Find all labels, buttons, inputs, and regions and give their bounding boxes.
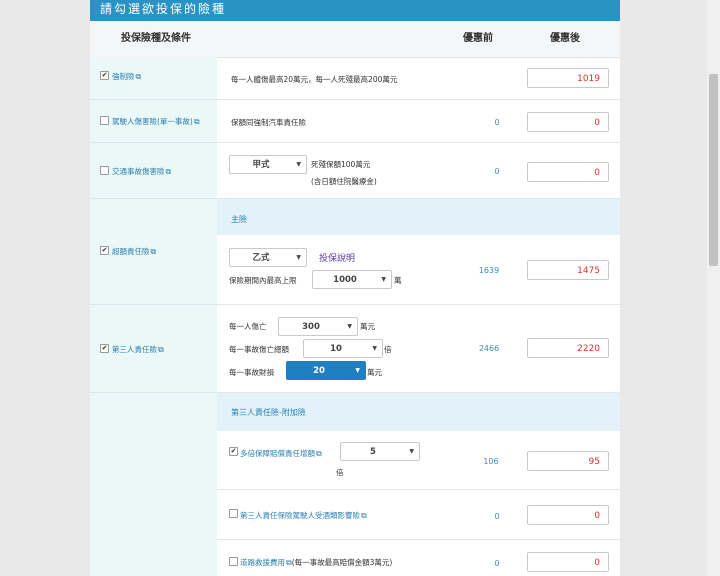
property-select[interactable]: 20 ▼ (286, 361, 366, 380)
rescue-checkbox[interactable] (229, 557, 238, 566)
driver-before-price: 0 (494, 118, 500, 127)
scrollbar-thumb[interactable] (709, 74, 718, 266)
external-link-icon: ⧉ (361, 511, 367, 520)
per-accident-label: 每一事故傷亡總額 (229, 345, 289, 354)
accident-desc: 死殘保額100萬元 (311, 160, 371, 169)
multiple-unit: 倍 (336, 468, 344, 477)
excess-link[interactable]: 超額責任險⧉ (112, 246, 156, 257)
driver-link[interactable]: 駕駛人傷害險(單一事故)⧉ (112, 116, 200, 127)
driver-checkbox[interactable] (100, 116, 109, 125)
driver-price-input[interactable]: 0 (527, 112, 609, 132)
accident-desc-note: (含日額住院醫療金) (311, 177, 377, 186)
property-unit: 萬元 (367, 368, 382, 377)
per-accident-unit: 倍 (384, 345, 392, 354)
multiple-select[interactable]: 5 ▼ (340, 442, 420, 461)
third-party-price-input[interactable]: 2220 (527, 338, 609, 358)
per-accident-select[interactable]: 10 ▼ (303, 339, 383, 358)
accident-link[interactable]: 交通事故傷害險⧉ (112, 166, 171, 177)
section-title: 請勾選欲投保的險種 (90, 0, 620, 21)
table-header: 投保險種及條件 優惠前 優惠後 (90, 21, 620, 58)
compulsory-desc: 每一人體傷最高20萬元，每一人死殘最高200萬元 (231, 75, 398, 84)
property-label: 每一事故財損 (229, 368, 274, 377)
header-before-discount: 優惠前 (463, 33, 493, 44)
drunk-link[interactable]: 第三人責任保險駕駛人受酒類影響險⧉ (240, 510, 367, 521)
chevron-down-icon: ▼ (296, 161, 301, 168)
per-person-label: 每一人傷亡 (229, 322, 267, 331)
per-person-select[interactable]: 300 ▼ (278, 317, 358, 336)
accident-plan-select[interactable]: 甲式 ▼ (229, 155, 307, 174)
excess-checkbox[interactable]: ✔ (100, 246, 109, 255)
drunk-checkbox[interactable] (229, 509, 238, 518)
multiple-checkbox[interactable]: ✔ (229, 447, 238, 456)
excess-limit-label: 保險期間內最高上限 (229, 276, 297, 285)
external-link-icon: ⧉ (316, 449, 322, 458)
left-cell (90, 393, 217, 576)
compulsory-price-input[interactable]: 1019 (527, 68, 609, 88)
accident-checkbox[interactable] (100, 166, 109, 175)
excess-info-link[interactable]: 投保說明 (319, 251, 355, 264)
rescue-before-price: 0 (494, 559, 500, 568)
third-party-before-price: 2466 (478, 344, 500, 353)
compulsory-link[interactable]: 強制險⧉ (112, 71, 141, 82)
compulsory-checkbox[interactable]: ✔ (100, 71, 109, 80)
chevron-down-icon: ▼ (355, 367, 360, 374)
multiple-link[interactable]: 多倍保障賠償責任增額⧉ (240, 448, 322, 459)
third-party-checkbox[interactable]: ✔ (100, 344, 109, 353)
scrollbar[interactable] (707, 0, 720, 576)
external-link-icon: ⧉ (158, 345, 164, 354)
chevron-down-icon: ▼ (409, 448, 414, 455)
external-link-icon: ⧉ (193, 117, 200, 126)
header-coverage: 投保險種及條件 (121, 33, 191, 44)
multiple-before-price: 106 (483, 457, 499, 466)
chevron-down-icon: ▼ (296, 254, 301, 261)
excess-before-price: 1639 (478, 266, 500, 275)
left-cell (90, 57, 217, 100)
rescue-link[interactable]: 道路救援費用⧉(每一事故最高賠償金額3萬元) (240, 557, 392, 568)
external-link-icon: ⧉ (150, 247, 157, 256)
accident-price-input[interactable]: 0 (527, 162, 609, 182)
multiple-price-input[interactable]: 95 (527, 451, 609, 471)
accident-before-price: 0 (494, 167, 500, 176)
third-party-link[interactable]: 第三人責任險⧉ (112, 344, 164, 355)
driver-desc: 保額同強制汽車責任險 (231, 118, 306, 127)
excess-limit-unit: 萬 (394, 276, 402, 285)
excess-limit-select[interactable]: 1000 ▼ (312, 270, 392, 289)
insurance-panel: 請勾選欲投保的險種 投保險種及條件 優惠前 優惠後 ✔ 強制險⧉ 每一人體傷最高… (90, 0, 620, 576)
per-person-unit: 萬元 (360, 322, 375, 331)
excess-plan-select[interactable]: 乙式 ▼ (229, 248, 307, 267)
external-link-icon: ⧉ (165, 167, 172, 176)
chevron-down-icon: ▼ (381, 276, 386, 283)
drunk-before-price: 0 (494, 512, 500, 521)
header-after-discount: 優惠後 (550, 33, 580, 44)
drunk-price-input[interactable]: 0 (527, 505, 609, 525)
excess-price-input[interactable]: 1475 (527, 260, 609, 280)
rescue-price-input[interactable]: 0 (527, 552, 609, 572)
addon-band: 第三人責任險-附加險 (217, 393, 620, 431)
chevron-down-icon: ▼ (347, 323, 352, 330)
external-link-icon: ⧉ (135, 72, 142, 81)
main-band: 主險 (217, 199, 620, 235)
chevron-down-icon: ▼ (372, 345, 377, 352)
